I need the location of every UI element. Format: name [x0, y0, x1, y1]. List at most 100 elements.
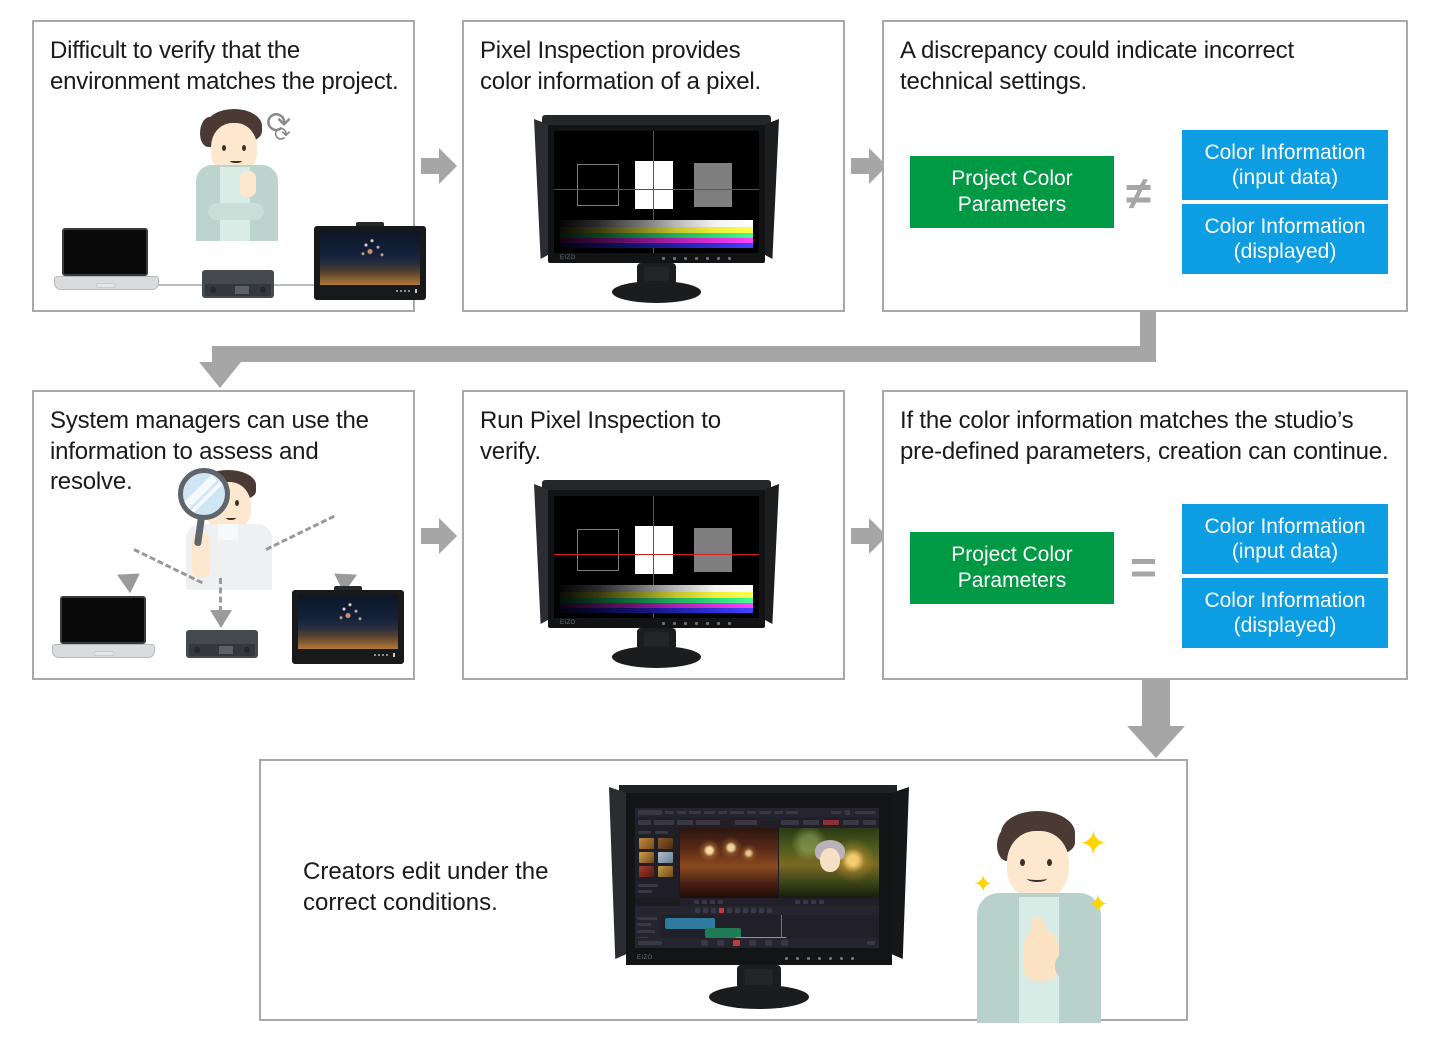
- creator-thumb: [1031, 917, 1045, 945]
- sparkle-icon-left: ✦: [973, 871, 994, 898]
- sparkle-icon-right: ✦: [1087, 889, 1109, 919]
- laptop-illustration-2: [52, 596, 155, 662]
- editing-monitor-control-buttons: [785, 957, 863, 961]
- pixel-patch-white: [635, 161, 673, 209]
- pixel-inspection-crosshair-horizontal: [554, 189, 759, 190]
- device-button-grid: [235, 286, 249, 294]
- person-hand: [240, 171, 256, 197]
- person-eye-right: [242, 145, 246, 151]
- cable-device-to-monitor: [274, 284, 314, 286]
- monitor-control-buttons-2: [662, 622, 740, 626]
- laptop-illustration: [54, 228, 159, 294]
- panel-run-inspection-caption: Run Pixel Inspection to verify.: [480, 407, 721, 465]
- color-information-displayed-box-1: Color Information (displayed): [1182, 204, 1388, 274]
- device-knob-left: [210, 287, 216, 293]
- pixel-patch-gray: [694, 163, 732, 207]
- editing-ui-timeline: [635, 915, 879, 948]
- thought-swirl-icon-2: ⟳: [274, 124, 291, 146]
- happy-creator-person-illustration: ✦ ✦ ✦: [969, 811, 1109, 1023]
- laptop-trackpad-2: [94, 651, 114, 656]
- panel-problem: Difficult to verify that the environment…: [32, 20, 426, 312]
- color-info-displayed-line1: Color Information: [1204, 214, 1366, 238]
- color-bar-pattern-2: [560, 585, 753, 613]
- project-color-parameters-box-1: Project Color Parameters: [910, 156, 1114, 228]
- editing-ui-transport-bar: [680, 898, 879, 906]
- coloredge-monitor-illustration: EIZO: [534, 115, 779, 305]
- creator-mouth: [1027, 875, 1047, 882]
- cable-laptop-to-device: [158, 284, 202, 286]
- pixel-patch-black: [577, 164, 619, 206]
- monitor-control-buttons: [662, 257, 740, 261]
- panel-run-inspection: Run Pixel Inspection to verify. EIZO: [462, 390, 845, 680]
- diagram-canvas: Difficult to verify that the environment…: [0, 0, 1440, 1040]
- monitor-screen: [554, 131, 759, 253]
- person-mouth: [230, 159, 242, 163]
- monitor-screen-2: [554, 496, 759, 618]
- monitor-stand-base-2: [612, 646, 701, 668]
- color-info-displayed-line2-2: (displayed): [1233, 614, 1337, 637]
- editing-monitor-stand-base: [709, 985, 809, 1009]
- pixel-patch-black-2: [577, 529, 619, 571]
- dashed-arrow-to-laptop: [112, 544, 216, 600]
- magnifier-handle: [193, 515, 206, 547]
- panel-system-managers: System managers can use the information …: [32, 390, 415, 680]
- field-monitor-screen: [320, 231, 420, 285]
- project-color-parameters-box-2: Project Color Parameters: [910, 532, 1114, 604]
- panel-matches-caption: If the color information matches the stu…: [900, 407, 1389, 465]
- editing-ui-viewer-timeline: [779, 828, 879, 898]
- device-knob-right: [260, 287, 266, 293]
- coloredge-editing-monitor-illustration: EIZO: [609, 785, 909, 1013]
- arrow-row1-to-row2: [196, 312, 1156, 388]
- pixel-inspection-crosshair-horizontal-2: [554, 554, 759, 555]
- panel-problem-caption: Difficult to verify that the environment…: [50, 37, 399, 95]
- color-info-input-line1-2: Color Information: [1204, 514, 1366, 538]
- creator-forearm: [1055, 953, 1095, 979]
- timeline-playhead: [781, 915, 782, 938]
- laptop-screen: [62, 228, 148, 276]
- field-monitor-illustration: [314, 222, 426, 300]
- color-information-input-box-1: Color Information (input data): [1182, 130, 1388, 200]
- panel-creators-edit: Creators edit under the correct conditio…: [259, 759, 1188, 1023]
- viewer-character-face: [820, 848, 840, 872]
- conversion-device-illustration: [202, 270, 274, 298]
- color-info-displayed-line1-2: Color Information: [1204, 588, 1366, 612]
- monitor-brand-logo-2: EIZO: [560, 620, 576, 626]
- color-bar-pattern: [560, 220, 753, 248]
- panel-matches: If the color information matches the stu…: [882, 390, 1408, 680]
- color-info-input-line1: Color Information: [1204, 140, 1366, 164]
- person-eye-left: [222, 145, 226, 151]
- editing-ui-page-bar: [635, 938, 879, 948]
- field-monitor-indicators: [396, 289, 420, 294]
- not-equal-sign: ≠: [1126, 167, 1152, 219]
- panel-discrepancy: A discrepancy could indicate incorrect t…: [882, 20, 1408, 312]
- color-info-displayed-line2: (displayed): [1233, 240, 1337, 263]
- creator-face: [1007, 831, 1069, 899]
- arrow-panel1-to-panel2: [421, 148, 457, 184]
- sparkle-icon-top: ✦: [1079, 825, 1108, 863]
- color-information-displayed-box-2: Color Information (displayed): [1182, 578, 1388, 648]
- laptop-screen-2: [60, 596, 146, 644]
- panel-pixel-inspection-caption: Pixel Inspection provides color informat…: [480, 37, 762, 95]
- color-info-input-line2: (input data): [1231, 166, 1339, 189]
- monitor-brand-logo: EIZO: [560, 255, 576, 261]
- pixel-patch-gray-2: [694, 528, 732, 572]
- confused-person-illustration: ⟳ ⟳: [182, 107, 292, 242]
- editing-ui-viewer-source: [680, 828, 778, 898]
- color-info-input-line2-2: (input data): [1231, 540, 1339, 563]
- conversion-device-illustration-2: [186, 630, 258, 658]
- equals-sign: =: [1130, 541, 1157, 593]
- creator-eye-left: [1020, 859, 1025, 866]
- timeline-track-headers: [635, 915, 661, 947]
- magnifier-icon: [176, 468, 238, 548]
- editing-ui-timeline-toolbar: [635, 906, 879, 915]
- monitor-stand-base: [612, 281, 701, 303]
- person-arm: [208, 203, 264, 220]
- editing-ui-media-pool: [635, 828, 679, 898]
- panel-creators-edit-caption: Creators edit under the correct conditio…: [303, 858, 549, 917]
- editing-software-ui: [635, 808, 879, 948]
- laptop-trackpad: [96, 283, 116, 288]
- editing-ui-menubar: [635, 808, 879, 817]
- editing-ui-toolbar: [635, 817, 879, 828]
- coloredge-monitor-illustration-2: EIZO: [534, 480, 779, 670]
- field-monitor-illustration-2: [292, 586, 404, 664]
